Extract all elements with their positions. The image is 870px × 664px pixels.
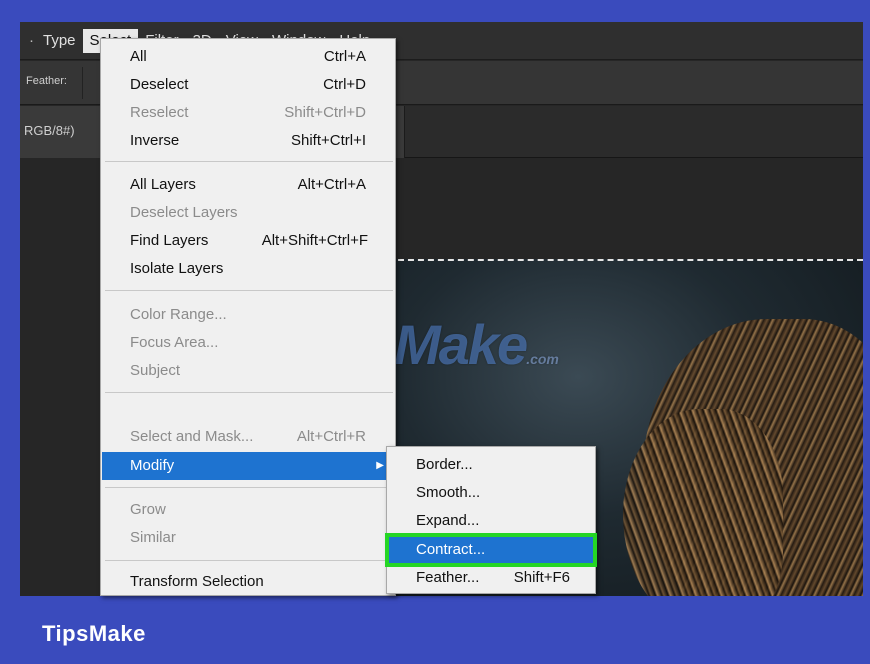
menu-item-label: Inverse [130, 132, 180, 149]
submenu-item-label: Feather... [416, 569, 480, 586]
submenu-item-label: Border... [416, 456, 473, 473]
menu-item-isolate-layers[interactable]: Isolate Layers [102, 255, 394, 283]
modify-submenu: Border... Smooth... Expand... Contract..… [385, 446, 597, 594]
menu-item-label: Reselect [130, 104, 189, 121]
submenu-arrow-icon: ▶ [376, 460, 384, 471]
watermark-suffix: .com [526, 351, 559, 367]
menu-divider [105, 560, 393, 561]
menu-overflow-marker: · [29, 31, 34, 49]
menu-type[interactable]: Type [36, 29, 83, 53]
select-menu-dropdown: All Ctrl+A Deselect Ctrl+D Reselect Shif… [100, 38, 396, 596]
menu-item-label: Find Layers [130, 232, 209, 249]
menu-item-label: Modify [130, 457, 175, 474]
menu-item-subject: Subject [102, 357, 394, 385]
menu-item-label: Focus Area... [130, 334, 219, 351]
menu-item-grow: Grow [102, 496, 394, 524]
menu-item-shortcut: Alt+Shift+Ctrl+F [261, 232, 368, 249]
menu-item-label: Grow [130, 501, 166, 518]
submenu-item-label: Contract... [416, 541, 486, 558]
submenu-item-contract[interactable]: Contract... [385, 533, 597, 567]
menu-item-label: All [130, 48, 147, 65]
menu-item-label: Subject [130, 362, 181, 379]
menu-item-label: Deselect [130, 76, 189, 93]
menu-item-shortcut: Ctrl+A [323, 48, 366, 65]
submenu-item-shortcut: Shift+F6 [513, 569, 570, 586]
feather-label: Feather: [26, 75, 67, 87]
submenu-item-border[interactable]: Border... [388, 451, 594, 479]
menu-item-label: Select and Mask... [130, 428, 254, 445]
menu-item-color-range: Color Range... [102, 301, 394, 329]
menu-divider [105, 290, 393, 291]
menu-item-label: All Layers [130, 176, 196, 193]
menu-item-similar: Similar [102, 524, 394, 552]
options-divider [82, 67, 83, 99]
menu-item-shortcut: Alt+Ctrl+R [296, 428, 366, 445]
menu-item-label: Color Range... [130, 306, 227, 323]
menu-item-select-and-mask: Select and Mask... Alt+Ctrl+R [102, 423, 394, 451]
menu-item-label: Isolate Layers [130, 260, 224, 277]
menu-item-all-layers[interactable]: All Layers Alt+Ctrl+A [102, 171, 394, 199]
menu-item-label: Transform Selection [130, 573, 264, 590]
submenu-item-label: Smooth... [416, 484, 481, 501]
submenu-item-feather[interactable]: Feather... Shift+F6 [388, 564, 594, 592]
footer-brand: TipsMake [42, 621, 146, 646]
menu-item-find-layers[interactable]: Find Layers Alt+Shift+Ctrl+F [102, 227, 394, 255]
menu-item-deselect[interactable]: Deselect Ctrl+D [102, 71, 394, 99]
menu-item-transform-selection[interactable]: Transform Selection [102, 568, 394, 596]
menu-item-deselect-layers: Deselect Layers [102, 199, 394, 227]
menu-item-shortcut: Shift+Ctrl+D [284, 104, 366, 121]
menu-item-modify[interactable]: Modify ▶ [102, 452, 394, 480]
menu-divider [105, 161, 393, 162]
menu-item-shortcut: Ctrl+D [323, 76, 366, 93]
photo-hair-detail [623, 409, 783, 596]
menu-item-inverse[interactable]: Inverse Shift+Ctrl+I [102, 127, 394, 155]
document-tab-label: RGB/8#) [24, 123, 75, 138]
menu-item-shortcut: Shift+Ctrl+I [290, 132, 366, 149]
menu-item-reselect: Reselect Shift+Ctrl+D [102, 99, 394, 127]
menu-item-label: Deselect Layers [130, 204, 238, 221]
menu-divider [105, 487, 393, 488]
menu-item-all[interactable]: All Ctrl+A [102, 43, 394, 71]
menu-item-label: Similar [130, 529, 176, 546]
menu-item-focus-area: Focus Area... [102, 329, 394, 357]
submenu-item-expand[interactable]: Expand... [388, 507, 594, 535]
submenu-item-smooth[interactable]: Smooth... [388, 479, 594, 507]
submenu-item-label: Expand... [416, 512, 480, 529]
menu-item-shortcut: Alt+Ctrl+A [297, 176, 366, 193]
menu-divider [105, 392, 393, 393]
selection-marquee [388, 259, 863, 261]
